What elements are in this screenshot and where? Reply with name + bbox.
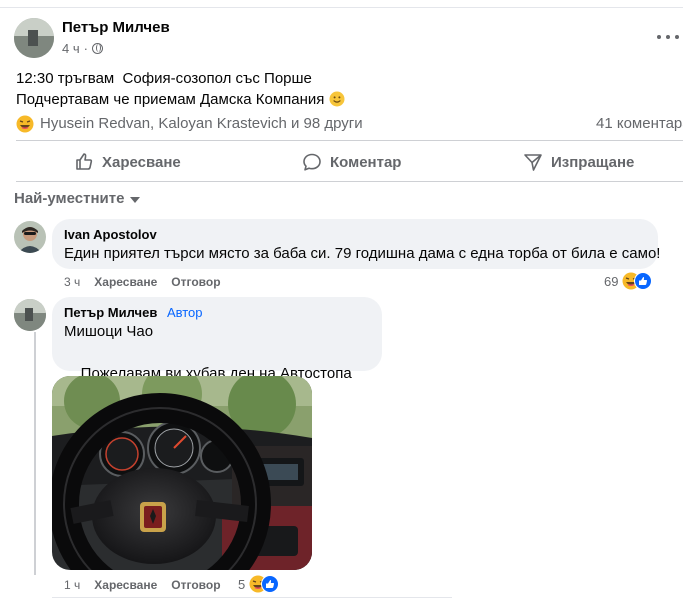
sort-label: Най-уместните — [14, 190, 125, 207]
comment-like-button[interactable]: Харесване — [94, 275, 157, 289]
like-icon — [74, 152, 94, 172]
thumbs-up-reaction-icon — [634, 272, 653, 293]
comment-author[interactable]: Ivan Apostolov — [64, 227, 646, 242]
comment-time[interactable]: 3 ч — [64, 275, 80, 289]
author-reply-bubble: Петър Милчев Автор Мишоци Чао Пожелавам … — [52, 297, 382, 402]
top-divider — [0, 7, 683, 8]
like-button[interactable]: Харесване — [74, 149, 181, 175]
reactions-summary: Hyusein Redvan, Kaloyan Krastevich и 98 … — [16, 114, 683, 134]
reply-actions: 1 ч Харесване Отговор — [64, 578, 221, 592]
post-time[interactable]: 4 ч — [62, 41, 80, 56]
chevron-down-icon — [130, 196, 141, 203]
share-button[interactable]: Изпращане — [523, 149, 634, 175]
reply-like-button[interactable]: Харесване — [94, 578, 157, 592]
thread-line — [34, 332, 36, 575]
comment-actions: 3 ч Харесване Отговор — [64, 275, 221, 289]
comment-reactions[interactable]: 69 — [604, 272, 653, 293]
post-line-1: 12:30 тръгвам София-созопол със Порше — [16, 70, 312, 87]
reactions-names[interactable]: Hyusein Redvan, Kaloyan Krastevich и 98 … — [40, 115, 363, 132]
more-icon[interactable] — [657, 30, 679, 44]
reply-reaction-count: 5 — [238, 576, 246, 592]
commenter-avatar[interactable] — [14, 221, 46, 253]
post-meta: 4 ч · — [62, 41, 103, 56]
post-line-2-row: Подчертавам че приемам Дамска Компания — [16, 89, 345, 110]
share-icon — [523, 152, 543, 172]
next-comment-divider — [52, 597, 452, 598]
comment-sort-dropdown[interactable]: Най-уместните — [14, 190, 141, 207]
author-reply-avatar[interactable] — [14, 299, 46, 331]
comment-bubble: Ivan Apostolov Един приятел търси място … — [52, 219, 661, 269]
reply-time[interactable]: 1 ч — [64, 578, 80, 592]
post-action-bar: Харесване Коментар Изпращане — [16, 140, 683, 182]
share-label: Изпращане — [551, 153, 635, 171]
comment-reaction-count: 69 — [604, 273, 619, 289]
comment-label: Коментар — [330, 153, 402, 171]
comments-count[interactable]: 41 коментара — [596, 115, 683, 132]
post-author-name[interactable]: Петър Милчев — [62, 19, 170, 36]
reaction-icons — [620, 272, 653, 293]
reply-author-row: Петър Милчев Автор — [64, 305, 370, 320]
reply-reaction-icons — [247, 575, 280, 596]
comment-button[interactable]: Коментар — [302, 149, 401, 175]
globe-icon — [91, 43, 103, 54]
attached-photo[interactable] — [52, 376, 312, 570]
comment-icon — [302, 152, 322, 172]
comment-reply-button[interactable]: Отговор — [171, 275, 220, 289]
post-text: 12:30 тръгвам София-созопол със Порше По… — [16, 68, 345, 110]
reply-reactions[interactable]: 5 — [238, 575, 280, 596]
reply-line-1: Мишоци Чао — [64, 323, 154, 340]
author-badge: Автор — [166, 305, 203, 320]
smile-emoji-icon — [329, 91, 345, 107]
haha-emoji-icon[interactable] — [16, 115, 34, 133]
thumbs-up-reaction-icon — [261, 575, 280, 596]
reply-reply-button[interactable]: Отговор — [171, 578, 220, 592]
like-label: Харесване — [102, 153, 181, 171]
post-author-avatar[interactable] — [14, 18, 54, 58]
comment-text: Един приятел търси място за баба си. 79 … — [64, 245, 661, 262]
reply-author[interactable]: Петър Милчев — [64, 305, 157, 320]
post-line-2: Подчертавам че приемам Дамска Компания — [16, 91, 325, 108]
